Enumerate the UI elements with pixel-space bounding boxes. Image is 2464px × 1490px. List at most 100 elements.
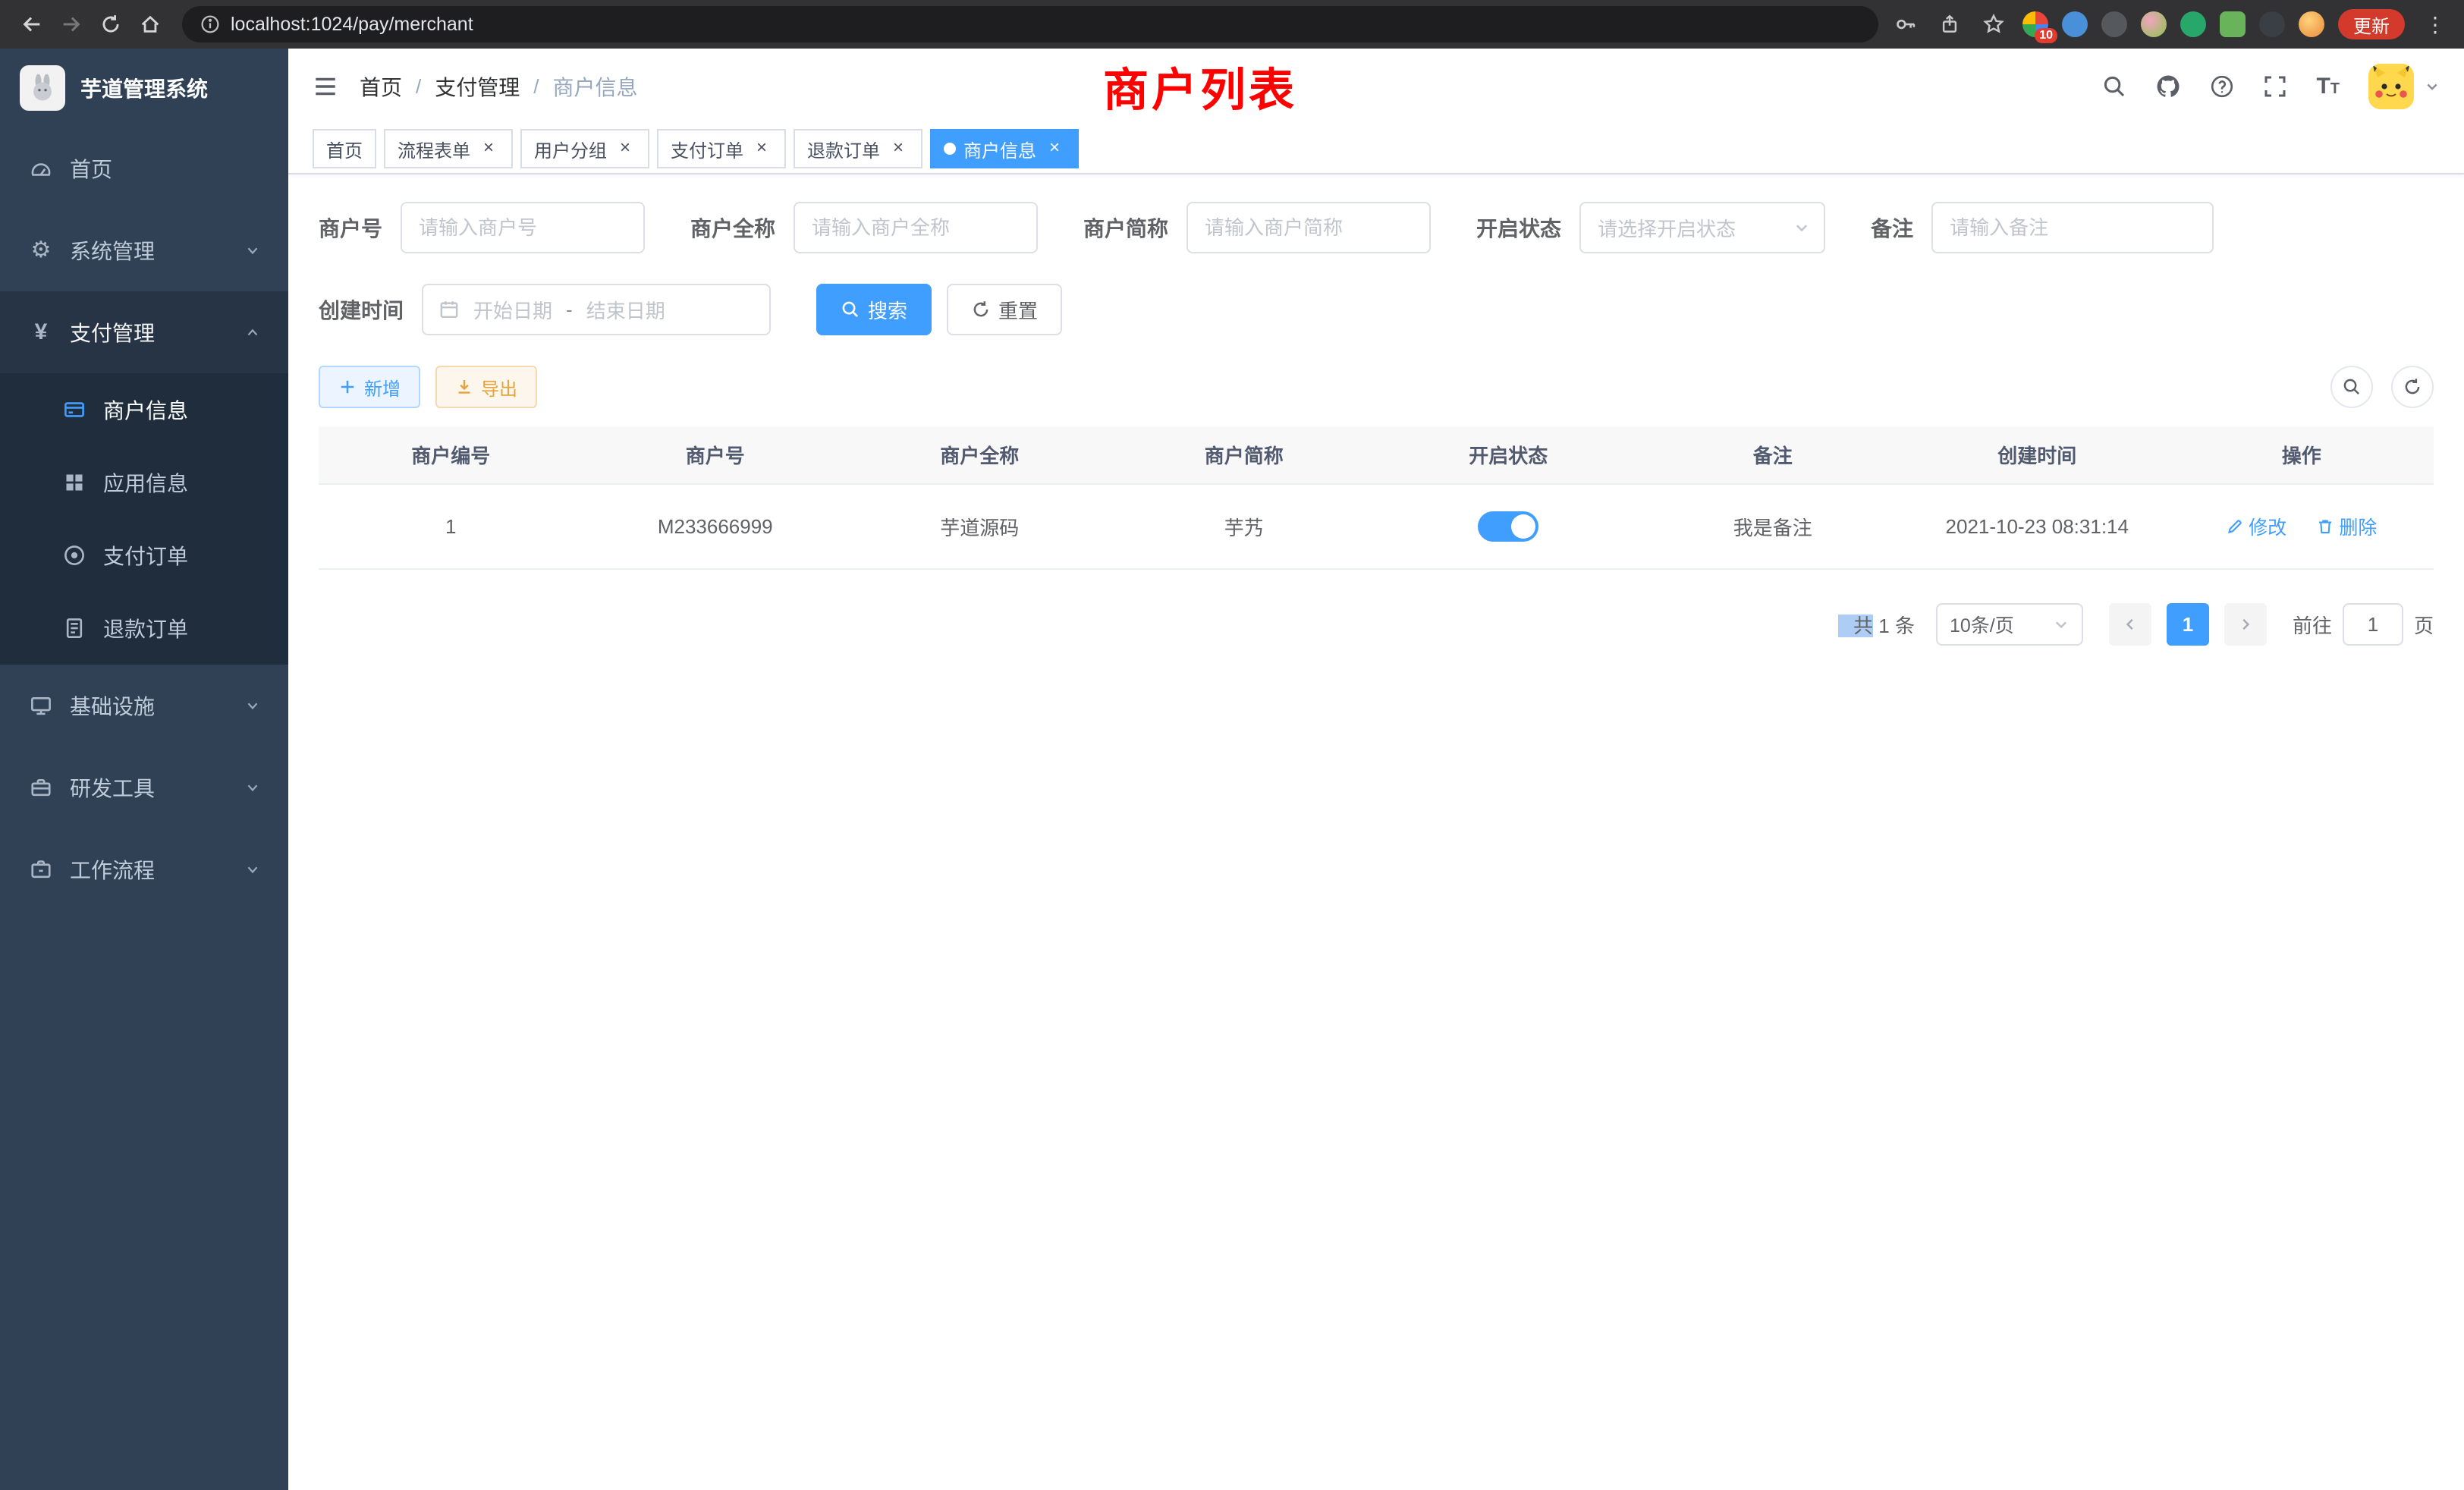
sidebar-toggle-icon[interactable] xyxy=(313,74,338,99)
cell-full-name: 芋道源码 xyxy=(847,484,1112,569)
sidebar-item-app-info[interactable]: 应用信息 xyxy=(0,446,288,519)
browser-actions: 10 更新 ⋮ xyxy=(1890,9,2452,39)
full-name-input[interactable] xyxy=(794,202,1038,253)
search-icon[interactable] xyxy=(2102,74,2126,99)
delete-link[interactable]: 删除 xyxy=(2316,513,2377,540)
close-icon[interactable]: × xyxy=(1044,138,1065,159)
home-icon[interactable] xyxy=(130,5,170,44)
breadcrumb-separator: / xyxy=(533,75,539,99)
payment-submenu: 商户信息 应用信息 支付订单 xyxy=(0,373,288,665)
field-create-time: 创建时间 开始日期 - 结束日期 xyxy=(319,284,771,335)
breadcrumb: 首页 / 支付管理 / 商户信息 xyxy=(360,71,638,102)
sidebar-item-label: 基础设施 xyxy=(70,690,155,721)
tab-user-group[interactable]: 用户分组× xyxy=(520,129,649,168)
back-icon[interactable] xyxy=(12,5,52,44)
merchant-no-input[interactable] xyxy=(401,202,645,253)
bookmark-star-icon[interactable] xyxy=(1978,9,2009,39)
sidebar-menu: 首页 ⚙ 系统管理 ¥ 支付管理 xyxy=(0,127,288,910)
card-icon xyxy=(61,398,88,421)
gear-icon: ⚙ xyxy=(27,239,55,262)
field-label: 商户全称 xyxy=(690,212,775,243)
table-mini-tools xyxy=(2330,366,2434,408)
tab-home[interactable]: 首页 xyxy=(313,129,376,168)
sidebar-item-pay-order[interactable]: 支付订单 xyxy=(0,519,288,592)
browser-menu-icon[interactable]: ⋮ xyxy=(2418,12,2452,37)
fullscreen-icon[interactable] xyxy=(2263,74,2287,99)
close-icon[interactable]: × xyxy=(888,138,909,159)
search-button[interactable]: 搜索 xyxy=(816,284,932,335)
extension-icon-profile[interactable] xyxy=(2299,11,2324,37)
password-key-icon[interactable] xyxy=(1890,9,1921,39)
reload-icon[interactable] xyxy=(91,5,130,44)
sidebar-item-label: 支付订单 xyxy=(103,540,188,571)
sidebar-item-label: 首页 xyxy=(70,153,112,184)
close-icon[interactable]: × xyxy=(751,138,772,159)
tab-merchant-info[interactable]: 商户信息× xyxy=(930,129,1079,168)
extension-icon-1[interactable]: 10 xyxy=(2022,11,2048,37)
share-icon[interactable] xyxy=(1934,9,1965,39)
toolbox-icon xyxy=(27,776,55,799)
remark-input[interactable] xyxy=(1931,202,2214,253)
forward-icon[interactable] xyxy=(52,5,91,44)
field-label: 创建时间 xyxy=(319,294,404,325)
total-count: 共 1 条 xyxy=(1838,611,1915,639)
site-info-icon[interactable] xyxy=(200,14,220,34)
status-toggle[interactable] xyxy=(1478,511,1538,542)
sidebar-item-payment[interactable]: ¥ 支付管理 xyxy=(0,291,288,373)
user-avatar[interactable] xyxy=(2368,64,2414,109)
add-button[interactable]: 新增 xyxy=(319,366,420,408)
address-bar[interactable]: localhost:1024/pay/merchant xyxy=(182,6,1878,42)
tab-process-form[interactable]: 流程表单× xyxy=(384,129,513,168)
date-range-picker[interactable]: 开始日期 - 结束日期 xyxy=(422,284,771,335)
page-number-button[interactable]: 1 xyxy=(2167,603,2209,646)
reset-button[interactable]: 重置 xyxy=(947,284,1062,335)
page-size-select[interactable]: 10条/页 xyxy=(1936,603,2083,646)
page-annotation: 商户列表 xyxy=(1103,54,1297,120)
cell-short-name: 芋艿 xyxy=(1112,484,1377,569)
breadcrumb-payment[interactable]: 支付管理 xyxy=(435,71,520,102)
sidebar-item-refund-order[interactable]: 退款订单 xyxy=(0,592,288,665)
help-icon[interactable] xyxy=(2210,74,2234,99)
edit-link[interactable]: 修改 xyxy=(2226,513,2286,540)
status-select[interactable]: 请选择开启状态 xyxy=(1579,202,1825,253)
col-remark: 备注 xyxy=(1641,426,1906,484)
prev-page-button[interactable] xyxy=(2109,603,2151,646)
tab-pay-order[interactable]: 支付订单× xyxy=(657,129,786,168)
sidebar-item-label: 研发工具 xyxy=(70,772,155,803)
extension-icon-dark[interactable] xyxy=(2101,11,2127,37)
dashboard-icon xyxy=(27,157,55,180)
col-merchant-id: 商户编号 xyxy=(319,426,583,484)
extension-icon-notes[interactable] xyxy=(2220,11,2246,37)
breadcrumb-home[interactable]: 首页 xyxy=(360,71,402,102)
short-name-input[interactable] xyxy=(1186,202,1431,253)
chrome-update-button[interactable]: 更新 xyxy=(2338,9,2405,39)
extension-icon-drop[interactable] xyxy=(2062,11,2088,37)
close-icon[interactable]: × xyxy=(614,138,636,159)
cell-merchant-no: M233666999 xyxy=(583,484,848,569)
sidebar-item-merchant-info[interactable]: 商户信息 xyxy=(0,373,288,446)
close-icon[interactable]: × xyxy=(478,138,499,159)
sidebar-item-workflow[interactable]: 工作流程 xyxy=(0,828,288,910)
extension-icon-pin[interactable] xyxy=(2259,11,2285,37)
github-icon[interactable] xyxy=(2155,74,2181,99)
table-row: 1 M233666999 芋道源码 芋艿 我是备注 2021-10-23 08:… xyxy=(319,484,2434,569)
refresh-icon[interactable] xyxy=(2391,366,2434,408)
sidebar-item-infrastructure[interactable]: 基础设施 xyxy=(0,665,288,747)
browser-toolbar: localhost:1024/pay/merchant 10 更新 ⋮ xyxy=(0,0,2464,49)
sidebar-item-system[interactable]: ⚙ 系统管理 xyxy=(0,209,288,291)
target-icon xyxy=(61,544,88,567)
filter-row-1: 商户号 商户全称 商户简称 开启状态 请选择开启状态 xyxy=(319,202,2434,253)
app-logo[interactable]: 芋道管理系统 xyxy=(0,49,288,127)
hide-search-icon[interactable] xyxy=(2330,366,2373,408)
user-menu[interactable] xyxy=(2368,64,2440,109)
extension-icon-avatar[interactable] xyxy=(2141,11,2167,37)
extension-icon-green-circle[interactable] xyxy=(2180,11,2206,37)
chevron-down-icon xyxy=(244,779,261,796)
sidebar-item-home[interactable]: 首页 xyxy=(0,127,288,209)
tab-refund-order[interactable]: 退款订单× xyxy=(794,129,922,168)
next-page-button[interactable] xyxy=(2224,603,2267,646)
font-size-icon[interactable]: TT xyxy=(2316,75,2340,98)
goto-page-input[interactable] xyxy=(2343,603,2403,646)
export-button[interactable]: 导出 xyxy=(435,366,537,408)
sidebar-item-dev-tools[interactable]: 研发工具 xyxy=(0,747,288,828)
